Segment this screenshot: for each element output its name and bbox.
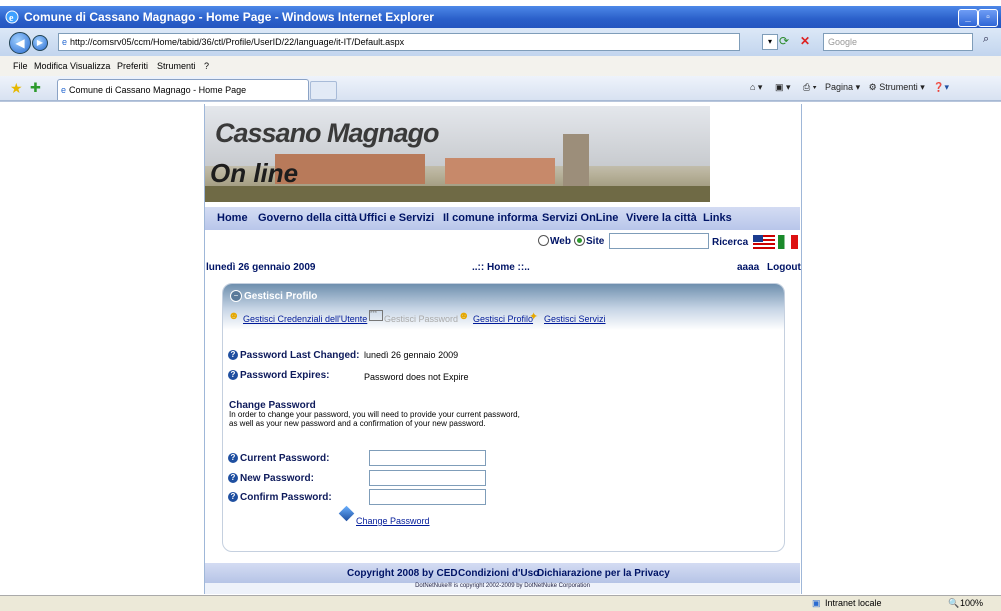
tab-title: Comune di Cassano Magnago - Home Page xyxy=(69,85,247,95)
italian-flag-icon[interactable] xyxy=(778,235,798,249)
change-password-link[interactable]: Change Password xyxy=(356,516,430,526)
svg-text:e: e xyxy=(9,13,14,24)
address-url: http://comsrv05/ccm/Home/tabid/36/ctl/Pr… xyxy=(70,37,405,47)
profile-link[interactable]: Gestisci Profilo xyxy=(473,314,533,324)
logout-link[interactable]: Logout xyxy=(767,262,801,273)
dnn-copyright: DotNetNuke® is copyright 2002-2009 by Do… xyxy=(205,583,800,594)
ie-logo-icon: e xyxy=(5,10,19,24)
stop-icon[interactable]: ✕ xyxy=(797,34,813,48)
password-icon: *** xyxy=(369,310,383,321)
radio-web-label: Web xyxy=(550,236,571,247)
confirm-password-input[interactable] xyxy=(369,489,486,505)
search-button[interactable]: Ricerca xyxy=(712,237,748,248)
nav-links[interactable]: Links xyxy=(703,212,732,224)
page-menu[interactable]: Pagina ▾ xyxy=(825,82,860,92)
save-icon xyxy=(338,505,355,522)
copyright-link[interactable]: Copyright 2008 by CED xyxy=(347,568,458,579)
help-icon[interactable]: ? xyxy=(228,370,238,380)
menu-modifica[interactable]: Modifica xyxy=(34,61,68,71)
nav-vivere[interactable]: Vivere la città xyxy=(626,212,697,224)
minimize-button[interactable]: _ xyxy=(958,9,978,27)
new-password-label: New Password: xyxy=(240,473,314,484)
dropdown-icon[interactable]: ▾ xyxy=(762,34,778,50)
title-bar: e Comune di Cassano Magnago - Home Page … xyxy=(0,6,1001,28)
user-name[interactable]: aaaa xyxy=(737,262,759,273)
current-password-input[interactable] xyxy=(369,450,486,466)
footer-bar: Copyright 2008 by CED Condizioni d'Uso D… xyxy=(205,563,800,583)
search-icon[interactable]: ⌕ xyxy=(983,33,999,49)
tools-menu[interactable]: ⚙ Strumenti ▾ xyxy=(869,82,925,92)
refresh-icon[interactable]: ⟳ xyxy=(779,34,795,48)
privacy-link[interactable]: Dichiarazione per la Privacy xyxy=(537,568,670,579)
credentials-link[interactable]: Gestisci Credenziali dell'Utente xyxy=(243,314,367,324)
radio-site[interactable] xyxy=(574,235,585,246)
site-nav: Home Governo della città Uffici e Serviz… xyxy=(205,207,800,230)
nav-governo[interactable]: Governo della città xyxy=(258,212,357,224)
nav-servizi-online[interactable]: Servizi OnLine xyxy=(542,212,618,224)
panel-title: Gestisci Profilo xyxy=(244,291,318,302)
change-password-text: In order to change your password, you wi… xyxy=(229,410,520,428)
print-icon[interactable]: ⎙ ▾ xyxy=(803,82,816,92)
radio-web[interactable] xyxy=(538,235,549,246)
address-input[interactable]: e http://comsrv05/ccm/Home/tabid/36/ctl/P… xyxy=(58,33,740,51)
current-password-label: Current Password: xyxy=(240,453,330,464)
menu-bar: File Modifica Visualizza Preferiti Strum… xyxy=(0,56,1001,77)
collapse-icon[interactable]: − xyxy=(230,290,242,302)
credentials-icon: ☻ xyxy=(228,310,240,322)
intranet-icon: ▣ xyxy=(812,598,821,608)
password-link-disabled: Gestisci Password xyxy=(384,314,459,324)
favorites-star-icon[interactable]: ★ xyxy=(10,80,23,97)
new-tab-button[interactable] xyxy=(310,81,337,100)
services-link[interactable]: Gestisci Servizi xyxy=(544,314,606,324)
expires-label: Password Expires: xyxy=(240,370,330,381)
services-icon: ✦ xyxy=(529,311,539,323)
command-bar: ⌂ ▾ ▣ ▾ ⎙ ▾ Pagina ▾ ⚙ Strumenti ▾ ❓▾ xyxy=(750,82,949,93)
help-icon[interactable]: ? xyxy=(228,453,238,463)
help-icon[interactable]: ? xyxy=(228,492,238,502)
current-date: lunedì 26 gennaio 2009 xyxy=(206,262,316,273)
help-icon[interactable]: ? xyxy=(228,473,238,483)
menu-visualizza[interactable]: Visualizza xyxy=(70,61,110,71)
help-icon[interactable]: ❓▾ xyxy=(933,82,949,92)
help-icon[interactable]: ? xyxy=(228,350,238,360)
new-password-input[interactable] xyxy=(369,470,486,486)
zoom-icon[interactable]: 🔍 xyxy=(948,598,959,609)
tab-active[interactable]: e Comune di Cassano Magnago - Home Page xyxy=(57,79,309,100)
home-icon[interactable]: ⌂ ▾ xyxy=(750,82,762,92)
terms-link[interactable]: Condizioni d'Uso xyxy=(458,568,539,579)
confirm-password-label: Confirm Password: xyxy=(240,492,332,503)
site-logo-line1: Cassano Magnago xyxy=(215,118,440,148)
profile-icon: ☻ xyxy=(458,310,470,322)
nav-uffici[interactable]: Uffici e Servizi xyxy=(359,212,434,224)
zoom-level[interactable]: 100% xyxy=(960,598,983,608)
menu-preferiti[interactable]: Preferiti xyxy=(117,61,148,71)
forward-button[interactable]: ▶ xyxy=(32,35,48,51)
maximize-button[interactable]: ▫ xyxy=(978,9,998,27)
feeds-icon[interactable]: ▣ ▾ xyxy=(775,82,791,92)
menu-help[interactable]: ? xyxy=(204,61,209,71)
profile-panel: − Gestisci Profilo ☻ Gestisci Credenzial… xyxy=(222,283,785,552)
tab-bar: ★ ✚ e Comune di Cassano Magnago - Home Pa… xyxy=(0,76,1001,101)
nav-home[interactable]: Home xyxy=(217,212,248,224)
site-search-input[interactable] xyxy=(609,233,709,249)
back-button[interactable]: ◀ xyxy=(9,32,31,54)
menu-file[interactable]: File xyxy=(13,61,28,71)
page-icon: e xyxy=(62,37,68,47)
status-bar: ▣ Intranet locale 🔍 100% xyxy=(0,595,1001,611)
site-logo-line2: On line xyxy=(210,158,299,188)
window-title: Comune di Cassano Magnago - Home Page - … xyxy=(24,10,434,24)
zone-label: Intranet locale xyxy=(825,598,882,608)
expires-value: Password does not Expire xyxy=(364,372,469,382)
last-changed-label: Password Last Changed: xyxy=(240,350,360,361)
menu-strumenti[interactable]: Strumenti xyxy=(157,61,196,71)
address-bar-row: ◀ ▶ e http://comsrv05/ccm/Home/tabid/36/c… xyxy=(0,28,1001,57)
add-favorite-icon[interactable]: ✚ xyxy=(30,80,41,96)
breadcrumb: ..:: Home ::.. xyxy=(472,262,530,273)
last-changed-value: lunedì 26 gennaio 2009 xyxy=(364,350,459,360)
tab-page-icon: e xyxy=(61,85,67,95)
search-input[interactable]: Google xyxy=(823,33,973,51)
radio-site-label: Site xyxy=(586,236,605,247)
english-flag-icon[interactable] xyxy=(753,235,775,249)
nav-comune-informa[interactable]: Il comune informa xyxy=(443,212,538,224)
